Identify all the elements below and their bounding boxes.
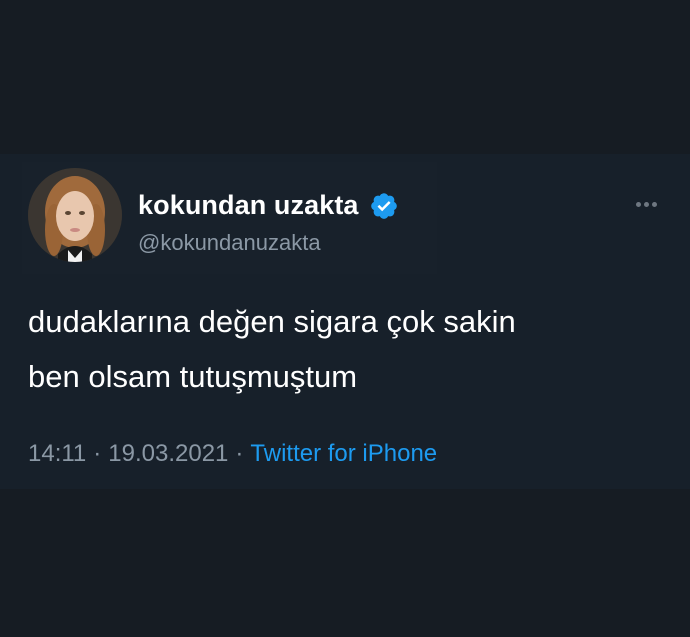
tweet-source-link[interactable]: Twitter for iPhone xyxy=(250,440,437,467)
more-options-icon[interactable] xyxy=(636,202,657,207)
display-name-row: kokundan uzakta xyxy=(138,190,399,221)
tweet-meta: 14:11 · 19.03.2021 · Twitter for iPhone xyxy=(28,440,437,468)
more-dot xyxy=(636,202,641,207)
avatar[interactable] xyxy=(28,168,122,262)
tweet-time[interactable]: 14:11 xyxy=(28,440,86,467)
avatar-image xyxy=(28,168,122,262)
meta-separator: · xyxy=(235,440,244,467)
tweet-card: kokundan uzakta @kokundanuzakta dudaklar… xyxy=(0,154,690,489)
verified-badge-icon xyxy=(370,192,397,219)
meta-separator: · xyxy=(93,440,102,467)
tweet-date[interactable]: 19.03.2021 xyxy=(108,440,228,467)
user-handle[interactable]: @kokundanuzakta xyxy=(138,230,321,256)
more-dot xyxy=(644,202,649,207)
display-name[interactable]: kokundan uzakta xyxy=(138,190,359,221)
tweet-text: dudaklarına değen sigara çok sakin ben o… xyxy=(28,294,668,404)
more-dot xyxy=(652,202,657,207)
tweet-text-line: ben olsam tutuşmuştum xyxy=(28,359,358,394)
tweet-text-line: dudaklarına değen sigara çok sakin xyxy=(28,304,516,339)
